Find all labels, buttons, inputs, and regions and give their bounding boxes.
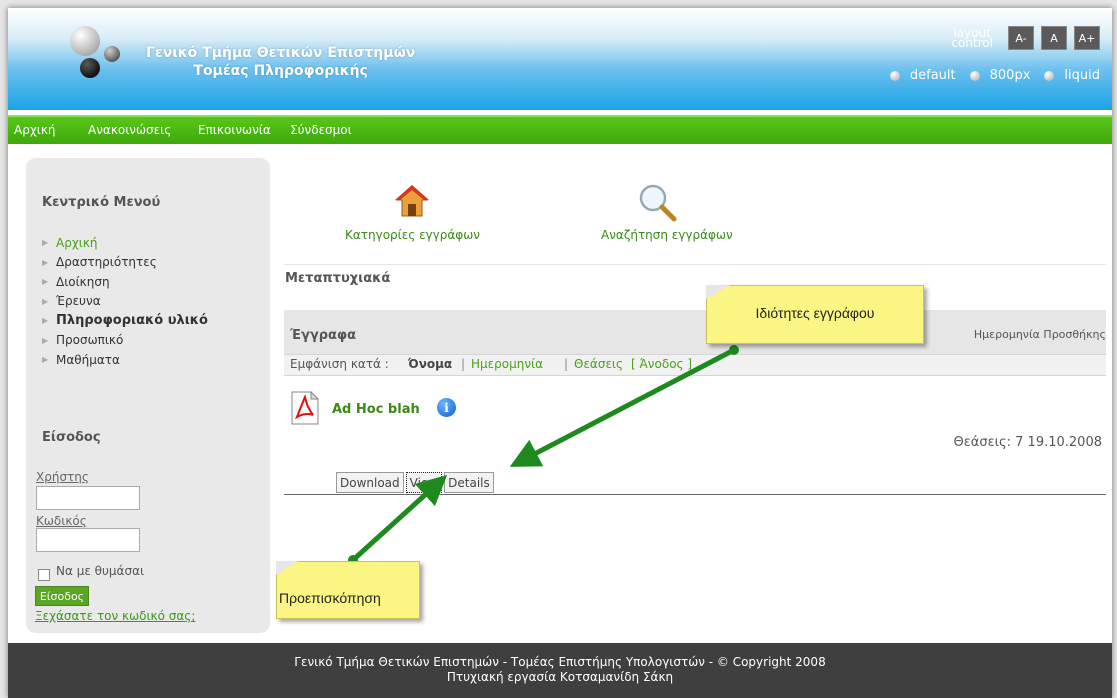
sidebar-item-information-material[interactable]: ▶ Πληροφοριακό υλικό — [42, 311, 208, 331]
login-button[interactable]: Είσοδος — [35, 586, 89, 606]
sidebar-item-research[interactable]: ▶ Έρευνα — [42, 292, 208, 312]
browser-page: Γενικό Τμήμα Θετικών Επιστημών Τομέας Πλ… — [8, 8, 1112, 698]
forgot-password-link[interactable]: Ξεχάσατε τον κωδικό σας; — [35, 609, 195, 623]
font-increase-button[interactable]: A+ — [1074, 26, 1100, 50]
top-nav: Αρχική Ανακοινώσεις Επικοινωνία Σύνδεσμο… — [8, 115, 1112, 144]
radio-icon — [1044, 70, 1055, 81]
callout-preview: Προεπισκόπηση — [276, 561, 420, 619]
triangle-right-icon: ▶ — [42, 355, 49, 365]
remember-me-checkbox[interactable] — [38, 569, 50, 581]
footer-line1: Γενικό Τμήμα Θετικών Επιστημών - Τομέας … — [294, 655, 826, 669]
sort-by-views[interactable]: Θεάσεις — [574, 357, 623, 371]
site-title-line2: Τομέας Πληροφορικής — [193, 63, 368, 79]
sidebar-item-home[interactable]: ▶ Αρχική — [42, 233, 208, 253]
triangle-right-icon: ▶ — [42, 277, 49, 287]
section-title: Μεταπτυχιακά — [285, 271, 391, 286]
categories-link[interactable]: Κατηγορίες εγγράφων — [345, 228, 480, 242]
triangle-right-icon: ▶ — [42, 296, 49, 306]
sidebar-menu: ▶ Αρχική ▶ Δραστηριότητες ▶ Διοίκηση ▶ Έρευν… — [42, 233, 208, 370]
callout-document-properties: Ιδιότητες εγγράφου — [706, 285, 924, 344]
sort-order[interactable]: [ Άνοδος ] — [631, 357, 692, 371]
documents-header: Έγγραφα Ημερομηνία Προσθήκης — [284, 310, 1106, 354]
nav-item-links[interactable]: Σύνδεσμοι — [290, 123, 352, 137]
search-icon[interactable] — [637, 182, 677, 222]
sidebar-item-staff[interactable]: ▶ Προσωπικό — [42, 331, 208, 351]
pdf-icon[interactable] — [291, 391, 319, 425]
view-button[interactable]: View — [405, 472, 443, 493]
login-title: Είσοδος — [42, 430, 101, 445]
document-link[interactable]: Ad Hoc blah — [332, 402, 420, 417]
font-decrease-button[interactable]: A- — [1008, 26, 1034, 50]
site-footer: Γενικό Τμήμα Θετικών Επιστημών - Τομέας … — [8, 643, 1112, 698]
username-input[interactable] — [36, 486, 140, 510]
width-option-liquid[interactable]: liquid — [1044, 68, 1100, 83]
layout-control: layout control A- A A+ — [951, 26, 1100, 50]
callout-properties-text: Ιδιότητες εγγράφου — [755, 305, 875, 321]
remember-me-label: Να με θυμάσαι — [56, 564, 145, 578]
document-actions: Download View Details — [336, 472, 496, 493]
password-label: Κωδικός — [36, 514, 87, 528]
details-button[interactable]: Details — [444, 472, 494, 493]
site-header: Γενικό Τμήμα Θετικών Επιστημών Τομέας Πλ… — [8, 8, 1112, 110]
triangle-right-icon: ▶ — [42, 238, 49, 248]
nav-item-contact[interactable]: Επικοινωνία — [198, 123, 271, 137]
date-added-column: Ημερομηνία Προσθήκης — [973, 328, 1106, 341]
username-label: Χρήστης — [36, 470, 89, 484]
triangle-right-icon: ▶ — [42, 335, 49, 345]
sort-by-name[interactable]: Όνομα — [408, 357, 452, 371]
info-icon[interactable]: i — [437, 398, 456, 417]
sort-bar: Εμφάνιση κατά : Όνομα | Ημερομηνία | Θεά… — [284, 354, 1106, 376]
site-title-line1: Γενικό Τμήμα Θετικών Επιστημών — [146, 45, 416, 61]
sidebar-item-activities[interactable]: ▶ Δραστηριότητες — [42, 253, 208, 273]
sidebar: Κεντρικό Μενού ▶ Αρχική ▶ Δραστηριότητες ▶… — [26, 158, 270, 633]
triangle-right-icon: ▶ — [42, 257, 49, 267]
width-option-default[interactable]: default — [889, 68, 956, 83]
sidebar-item-courses[interactable]: ▶ Μαθήματα — [42, 350, 208, 370]
footer-line2: Πτυχιακή εργασία Κοτσαμανίδη Σάκη — [446, 670, 674, 684]
password-input[interactable] — [36, 528, 140, 552]
width-options: default 800px liquid — [876, 68, 1100, 83]
radio-icon — [969, 70, 980, 81]
logo — [62, 26, 132, 86]
search-documents-link[interactable]: Αναζήτηση εγγράφων — [601, 228, 733, 242]
site-title: Γενικό Τμήμα Θετικών Επιστημών Τομέας Πλ… — [146, 44, 415, 80]
home-icon[interactable] — [395, 184, 429, 218]
sidebar-item-administration[interactable]: ▶ Διοίκηση — [42, 272, 208, 292]
sidebar-title: Κεντρικό Μενού — [42, 195, 161, 210]
radio-icon — [889, 70, 900, 81]
nav-item-announcements[interactable]: Ανακοινώσεις — [88, 123, 171, 137]
triangle-right-icon: ▶ — [42, 316, 49, 326]
nav-item-home[interactable]: Αρχική — [14, 123, 56, 137]
divider — [284, 494, 1106, 495]
documents-title: Έγγραφα — [290, 328, 357, 343]
callout-preview-text: Προεπισκόπηση — [279, 590, 381, 606]
width-option-800px[interactable]: 800px — [969, 68, 1030, 83]
sort-label: Εμφάνιση κατά : — [290, 357, 389, 371]
font-normal-button[interactable]: A — [1041, 26, 1067, 50]
download-button[interactable]: Download — [336, 472, 404, 493]
sort-by-date[interactable]: Ημερομηνία — [471, 357, 543, 371]
document-views-date: Θεάσεις: 7 19.10.2008 — [953, 435, 1102, 450]
divider — [284, 264, 1106, 265]
layout-control-label: layout control — [951, 26, 993, 50]
